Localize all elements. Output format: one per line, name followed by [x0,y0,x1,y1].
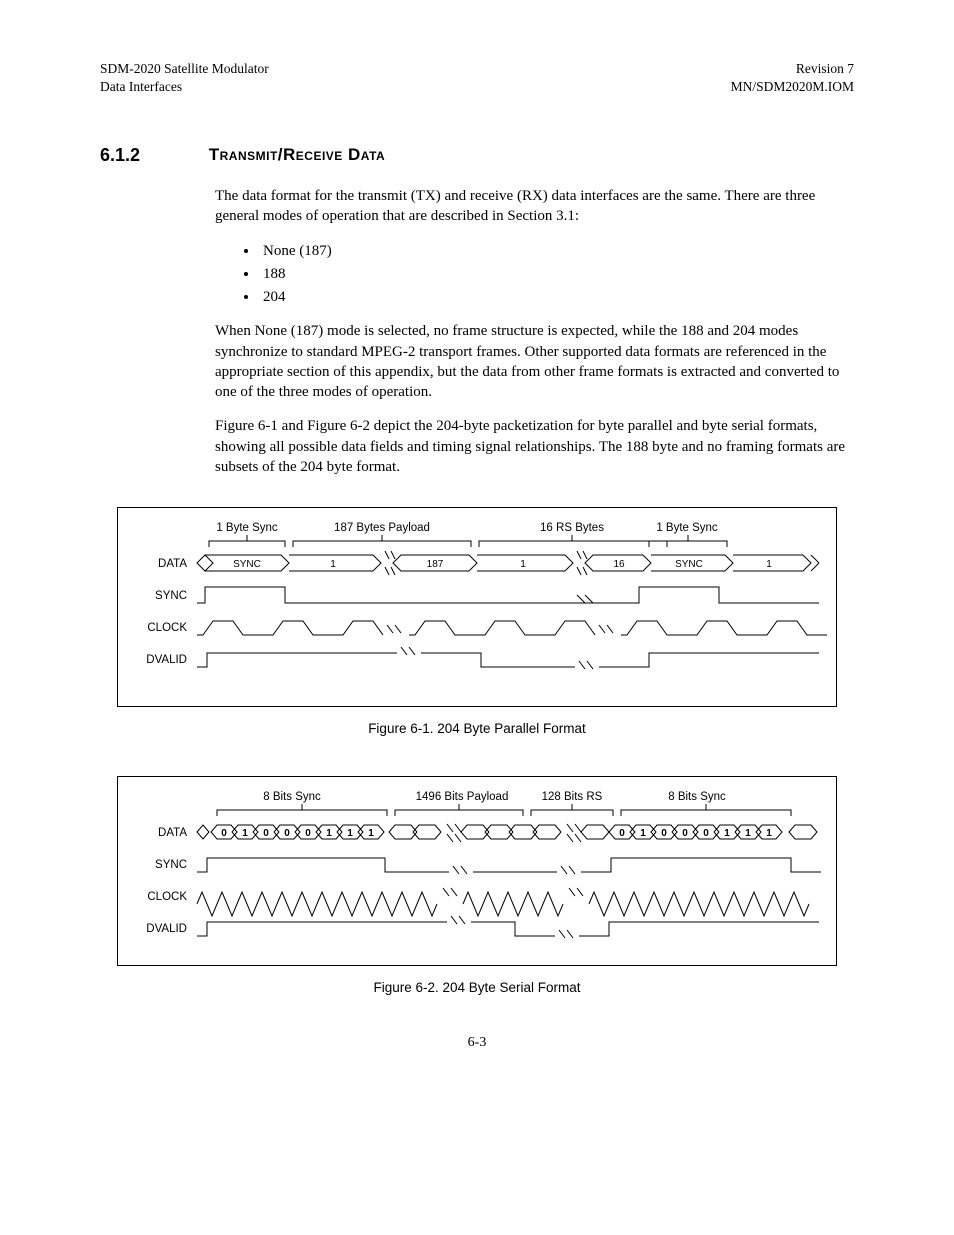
svg-text:1: 1 [347,828,353,839]
svg-text:1: 1 [724,828,730,839]
svg-text:DATA: DATA [158,558,187,570]
svg-text:SYNC: SYNC [675,559,703,570]
section-title: Transmit/Receive Data [209,145,385,164]
body-text: The data format for the transmit (TX) an… [215,186,854,477]
svg-text:DVALID: DVALID [146,654,187,666]
svg-text:SYNC: SYNC [155,590,187,602]
mode-list: None (187) 188 204 [215,241,854,308]
section-heading: 6.1.2 Transmit/Receive Data [100,145,854,166]
svg-text:1: 1 [242,828,248,839]
svg-text:0: 0 [703,828,709,839]
svg-text:0: 0 [263,828,269,839]
svg-text:1: 1 [745,828,751,839]
figure-6-2-caption: Figure 6-2. 204 Byte Serial Format [100,980,854,995]
svg-text:8 Bits Sync: 8 Bits Sync [668,791,726,803]
svg-text:1: 1 [640,828,646,839]
svg-text:0: 0 [682,828,688,839]
svg-text:CLOCK: CLOCK [147,622,187,634]
list-item: 204 [259,287,854,307]
svg-text:0: 0 [661,828,667,839]
svg-text:1: 1 [330,559,336,570]
page-number: 6-3 [100,1035,854,1051]
svg-text:16 RS Bytes: 16 RS Bytes [540,522,604,534]
svg-text:0: 0 [619,828,625,839]
svg-text:1: 1 [520,559,526,570]
svg-text:1: 1 [368,828,374,839]
header-right-1: Revision 7 [731,60,854,78]
list-item: None (187) [259,241,854,261]
svg-text:16: 16 [613,559,625,570]
svg-text:187: 187 [427,559,444,570]
svg-text:8 Bits Sync: 8 Bits Sync [263,791,321,803]
svg-text:SYNC: SYNC [233,559,261,570]
svg-text:1: 1 [326,828,332,839]
figure-6-1-caption: Figure 6-1. 204 Byte Parallel Format [100,721,854,736]
svg-text:1 Byte Sync: 1 Byte Sync [656,522,718,534]
svg-text:1496 Bits Payload: 1496 Bits Payload [416,791,509,803]
paragraph-3: Figure 6-1 and Figure 6-2 depict the 204… [215,416,854,477]
list-item: 188 [259,264,854,284]
paragraph-2: When None (187) mode is selected, no fra… [215,321,854,402]
header-left-2: Data Interfaces [100,78,269,96]
svg-text:0: 0 [305,828,311,839]
svg-text:0: 0 [221,828,227,839]
svg-text:DVALID: DVALID [146,923,187,935]
svg-text:1 Byte Sync: 1 Byte Sync [216,522,278,534]
svg-text:1: 1 [766,828,772,839]
header-right-2: MN/SDM2020M.IOM [731,78,854,96]
svg-text:187 Bytes Payload: 187 Bytes Payload [334,522,430,534]
paragraph-1: The data format for the transmit (TX) an… [215,186,854,227]
figure-6-1: 1 Byte Sync 187 Bytes Payload 16 RS Byte… [117,507,837,707]
svg-text:SYNC: SYNC [155,859,187,871]
svg-text:CLOCK: CLOCK [147,891,187,903]
page-header: SDM-2020 Satellite Modulator Data Interf… [100,60,854,95]
figure-6-2: 8 Bits Sync 1496 Bits Payload 128 Bits R… [117,776,837,966]
svg-text:1: 1 [766,559,772,570]
svg-text:0: 0 [284,828,290,839]
svg-text:128 Bits RS: 128 Bits RS [542,791,603,803]
section-number: 6.1.2 [100,145,205,166]
header-left-1: SDM-2020 Satellite Modulator [100,60,269,78]
svg-text:DATA: DATA [158,827,187,839]
